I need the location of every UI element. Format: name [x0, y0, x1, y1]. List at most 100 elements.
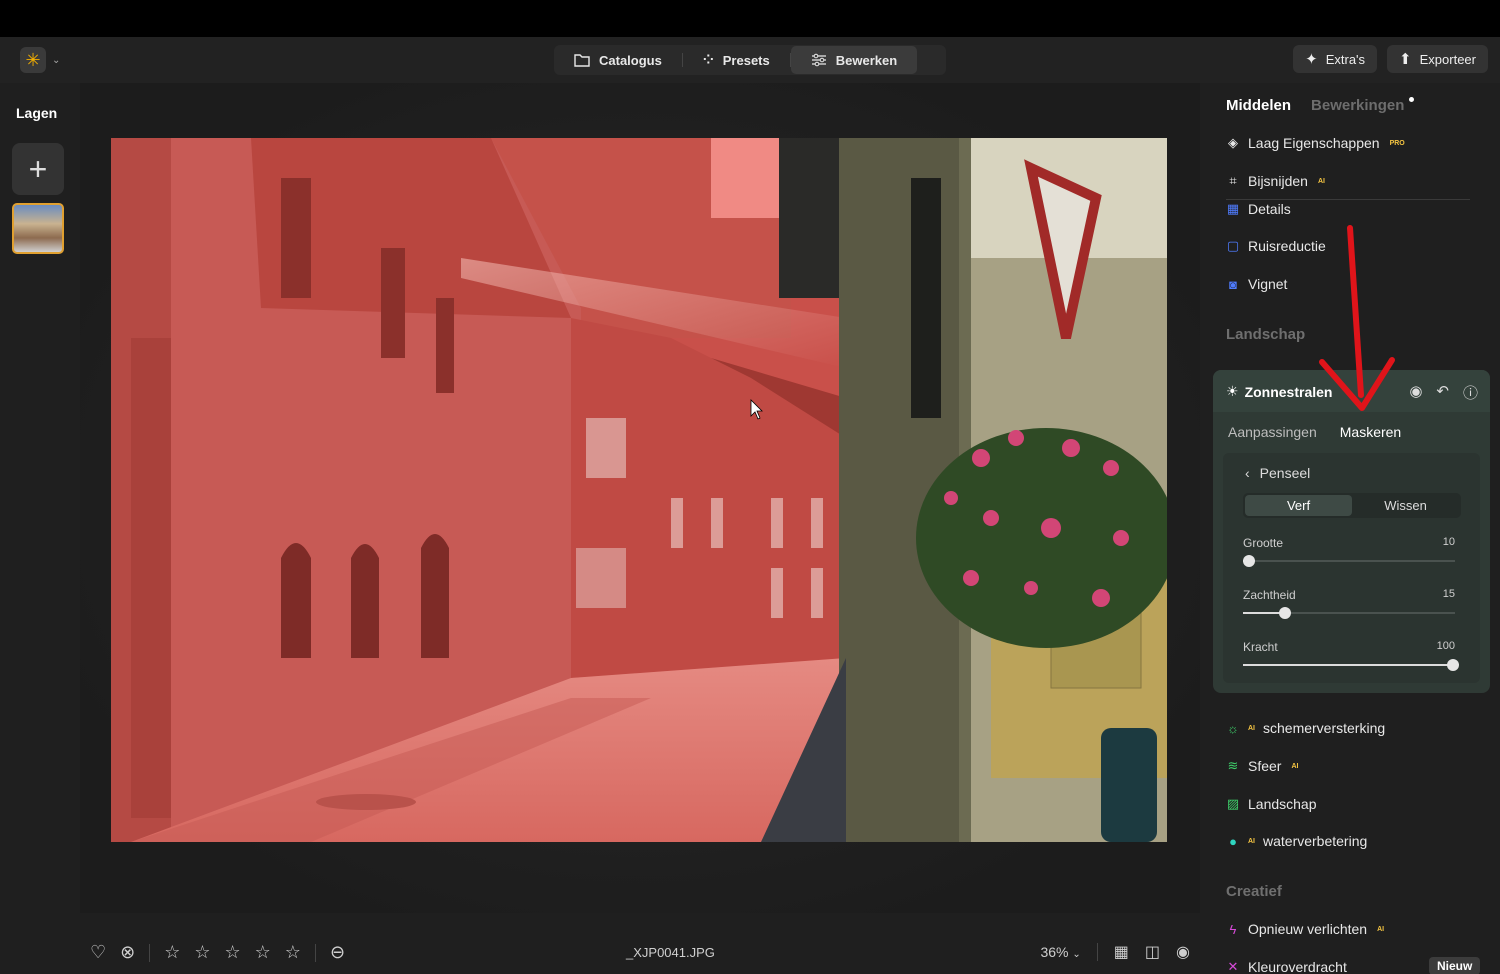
tab-edits-label: Bewerkingen — [1311, 97, 1405, 114]
sparkle-icon: ⁘ — [702, 52, 714, 67]
vignette-icon: ◙ — [1229, 276, 1237, 292]
photo-image — [111, 138, 1167, 842]
sliders-icon — [811, 53, 826, 67]
sunrays-card-header[interactable]: ☀ Zonnestralen ◉ ↶ ⓘ — [1213, 370, 1490, 412]
star-4-icon[interactable]: ☆ — [255, 942, 271, 963]
brush-back-button[interactable]: ‹ Penseel — [1245, 465, 1310, 481]
tool-label: Sfeer — [1248, 758, 1282, 774]
canvas-area — [80, 83, 1200, 913]
star-2-icon[interactable]: ☆ — [194, 942, 210, 963]
tools-panel: Middelen Bewerkingen ◈ Laag Eigenschappe… — [1210, 83, 1500, 974]
bottom-divider — [314, 943, 316, 962]
subtab-adjustments[interactable]: Aanpassingen — [1228, 424, 1317, 440]
extras-label: Extra's — [1325, 51, 1366, 67]
export-button[interactable]: ⬆ Exporteer — [1387, 45, 1488, 73]
compare-icon[interactable]: ◫ — [1145, 942, 1160, 962]
slider-label: Zachtheid — [1243, 588, 1296, 602]
tool-crop[interactable]: ⌗ Bijsnijden AI — [1226, 173, 1325, 189]
tool-water-enhancer[interactable]: ● AI waterverbetering — [1226, 833, 1367, 849]
histogram-icon[interactable]: ▦ — [1114, 942, 1129, 962]
tool-atmosphere[interactable]: ≋ Sfeer AI — [1226, 758, 1299, 774]
visibility-eye-icon[interactable]: ◉ — [1409, 382, 1422, 403]
tool-relight[interactable]: ϟ Opnieuw verlichten AI — [1226, 921, 1385, 937]
ai-badge: AI — [1291, 762, 1299, 770]
tool-label: Vignet — [1248, 276, 1288, 292]
tool-details[interactable]: ▦ Details — [1226, 201, 1291, 217]
slider-knob[interactable] — [1243, 555, 1255, 567]
mode-bewerken-label: Bewerken — [835, 52, 898, 68]
subtab-masking[interactable]: Maskeren — [1340, 424, 1401, 440]
extras-button[interactable]: ✦ Extra's — [1293, 45, 1378, 73]
sunrays-card: ☀ Zonnestralen ◉ ↶ ⓘ Aanpassingen Masker… — [1213, 370, 1490, 693]
view-controls: 36% ⌄ ▦ ◫ ◉ — [1040, 942, 1190, 962]
tab-edits[interactable]: Bewerkingen — [1311, 97, 1415, 114]
export-label: Exporteer — [1419, 51, 1476, 67]
tool-label: schemerversterking — [1263, 720, 1386, 736]
app-menu-button[interactable]: ✳ ⌄ — [20, 45, 66, 75]
sun-icon: ☀ — [1226, 383, 1239, 399]
slider-knob[interactable] — [1447, 659, 1459, 671]
panel-tabs: Middelen Bewerkingen — [1226, 97, 1415, 114]
mode-presets[interactable]: ⁘ Presets — [683, 46, 790, 74]
sunrays-title-label: Zonnestralen — [1244, 383, 1333, 400]
mode-bewerken[interactable]: Bewerken — [790, 46, 918, 74]
slider-knob[interactable] — [1279, 607, 1291, 619]
noise-icon: ▢ — [1226, 238, 1240, 253]
section-landscape: Landschap — [1226, 326, 1306, 343]
landscape-icon: ▨ — [1226, 796, 1240, 811]
paint-option[interactable]: Verf — [1245, 495, 1352, 516]
mode-switcher: Catalogus ⁘ Presets Bewerken — [554, 45, 946, 75]
tool-landscape[interactable]: ▨ Landschap — [1226, 796, 1317, 812]
tool-color-transfer[interactable]: ✕ Kleuroverdracht — [1226, 959, 1347, 974]
app-logo-icon: ✳ — [20, 47, 46, 73]
layer-thumbnail[interactable] — [12, 203, 64, 254]
tool-label: waterverbetering — [1263, 833, 1368, 849]
mode-catalogus-label: Catalogus — [599, 52, 662, 68]
sparkle-icon: ✦ — [1305, 51, 1318, 68]
card-subtabs: Aanpassingen Maskeren — [1228, 424, 1401, 440]
top-right-actions: ✦ Extra's ⬆ Exporteer — [1293, 45, 1488, 73]
reject-icon[interactable]: ⊗ — [120, 942, 135, 963]
details-icon: ▦ — [1226, 201, 1240, 216]
tool-label: Laag Eigenschappen — [1248, 135, 1380, 151]
layers-sidebar: Lagen + — [0, 83, 80, 974]
ai-badge: AI — [1317, 177, 1325, 185]
star-3-icon[interactable]: ☆ — [225, 942, 241, 963]
bottom-divider — [1096, 943, 1098, 961]
bottom-toolbar: ♡ ⊗ ☆ ☆ ☆ ☆ ☆ ⊖ _XJP0041.JPG 36% ⌄ ▦ ◫ ◉ — [80, 930, 1200, 974]
chevron-down-icon: ⌄ — [52, 54, 61, 66]
slider-label: Grootte — [1243, 536, 1284, 550]
brush-settings: ‹ Penseel Verf Wissen Grootte 10 Zachthe… — [1223, 453, 1480, 683]
undo-icon[interactable]: ↶ — [1436, 382, 1449, 403]
tool-vignette[interactable]: ◙ Vignet — [1226, 276, 1287, 292]
tool-label: Kleuroverdracht — [1248, 959, 1347, 974]
window-titlebar — [0, 0, 1500, 37]
preview-eye-icon[interactable]: ◉ — [1176, 942, 1190, 962]
layers-icon: ◈ — [1228, 135, 1238, 150]
plus-icon: + — [28, 150, 48, 187]
tool-label: Details — [1248, 201, 1291, 217]
folder-icon — [574, 54, 590, 67]
star-5-icon[interactable]: ☆ — [285, 942, 301, 963]
slider-track — [1243, 560, 1455, 562]
info-icon[interactable]: ⓘ — [1463, 382, 1478, 403]
tab-tools[interactable]: Middelen — [1226, 97, 1291, 114]
chevron-down-icon: ⌄ — [1072, 949, 1081, 960]
star-1-icon[interactable]: ☆ — [164, 942, 180, 963]
heart-icon[interactable]: ♡ — [90, 942, 106, 963]
tool-dusk-enhancer[interactable]: ☼ AI schemerversterking — [1226, 720, 1385, 736]
top-toolbar: ✳ ⌄ Catalogus ⁘ Presets Bewerken ✦ Extra… — [0, 37, 1500, 83]
crop-icon: ⌗ — [1229, 173, 1237, 188]
tool-layer-properties[interactable]: ◈ Laag Eigenschappen PRO — [1226, 135, 1405, 151]
brush-label: Penseel — [1259, 465, 1311, 481]
mode-catalogus[interactable]: Catalogus — [554, 46, 682, 74]
slider-value: 100 — [1436, 640, 1455, 652]
erase-option[interactable]: Wissen — [1352, 495, 1459, 516]
slider-value: 15 — [1442, 588, 1455, 600]
more-icon[interactable]: ⊖ — [330, 942, 345, 963]
photo-preview[interactable] — [111, 138, 1167, 842]
chevron-left-icon: ‹ — [1245, 465, 1250, 481]
add-layer-button[interactable]: + — [12, 143, 64, 195]
tool-noise-reduction[interactable]: ▢ Ruisreductie — [1226, 238, 1326, 254]
zoom-dropdown[interactable]: 36% ⌄ — [1040, 944, 1080, 960]
